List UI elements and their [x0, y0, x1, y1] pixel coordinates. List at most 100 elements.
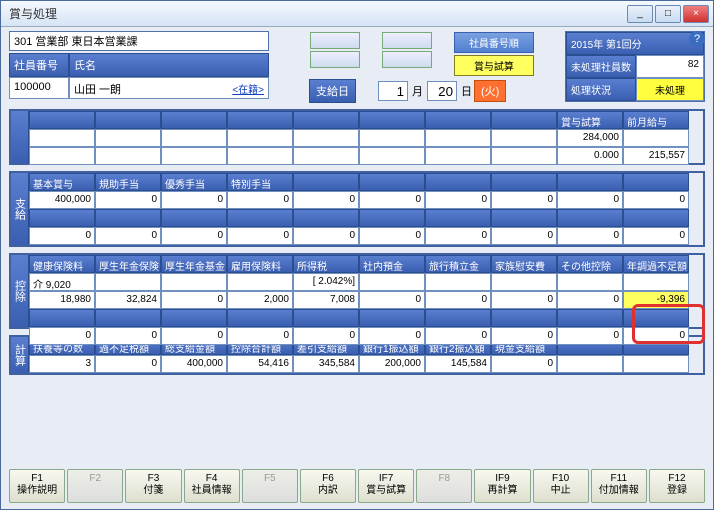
grid-cell[interactable] — [425, 273, 491, 291]
grid-cell[interactable]: 0 — [95, 227, 161, 245]
bonus-calc-button[interactable]: 賞与試算 — [454, 55, 534, 76]
grid-cell[interactable]: 18,980 — [29, 291, 95, 309]
grid-cell[interactable]: 7,008 — [293, 291, 359, 309]
grid-cell[interactable]: 0 — [557, 191, 623, 209]
emp-id-field[interactable]: 100000 — [9, 77, 69, 99]
grid-cell[interactable]: 0 — [557, 291, 623, 309]
emp-name-field[interactable]: 山田 一朗 <在籍> — [69, 77, 269, 99]
grid-cell[interactable]: 0 — [359, 227, 425, 245]
fkey-f1[interactable]: F1操作説明 — [9, 469, 65, 503]
grid-cell[interactable]: 0 — [29, 227, 95, 245]
grid-cell[interactable]: 284,000 — [557, 129, 623, 147]
grid-cell[interactable]: 0 — [293, 327, 359, 345]
grid-cell[interactable] — [491, 273, 557, 291]
nav-prev-button[interactable] — [310, 32, 360, 49]
fkey-f12[interactable]: F12登録 — [649, 469, 705, 503]
grid-cell[interactable] — [623, 355, 689, 373]
grid-cell[interactable] — [491, 129, 557, 147]
grid-cell[interactable] — [161, 147, 227, 165]
grid-cell[interactable]: 0 — [623, 327, 689, 345]
maximize-button[interactable]: □ — [655, 5, 681, 23]
grid-cell[interactable]: 0 — [491, 355, 557, 373]
grid-cell[interactable] — [623, 273, 689, 291]
grid-cell[interactable]: 0 — [425, 191, 491, 209]
grid-cell[interactable]: 介 9,020 — [29, 273, 95, 291]
grid-cell[interactable]: 2,000 — [227, 291, 293, 309]
grid-cell[interactable]: 54,416 — [227, 355, 293, 373]
grid-cell[interactable] — [95, 129, 161, 147]
grid-cell[interactable]: 0 — [29, 327, 95, 345]
grid-cell[interactable]: 0 — [359, 291, 425, 309]
paydate-month-input[interactable] — [378, 81, 408, 101]
sort-order-button[interactable]: 社員番号順 — [454, 32, 534, 53]
grid-cell[interactable] — [29, 147, 95, 165]
grid-cell[interactable]: 0 — [293, 191, 359, 209]
grid-cell[interactable]: 0 — [623, 191, 689, 209]
grid-cell[interactable]: 0 — [491, 191, 557, 209]
grid-cell[interactable]: 0 — [161, 191, 227, 209]
grid-cell[interactable]: 400,000 — [29, 191, 95, 209]
grid-cell[interactable]: 32,824 — [95, 291, 161, 309]
grid-cell[interactable]: 0 — [227, 191, 293, 209]
fkey-f10[interactable]: F10中止 — [533, 469, 589, 503]
minimize-button[interactable]: _ — [627, 5, 653, 23]
grid-cell[interactable]: 345,584 — [293, 355, 359, 373]
grid-cell[interactable]: 3 — [29, 355, 95, 373]
nav-next-button[interactable] — [382, 32, 432, 49]
grid-cell[interactable]: 0 — [623, 227, 689, 245]
grid-cell[interactable]: [ 2.042%] — [293, 273, 359, 291]
department-field[interactable]: 301 営業部 東日本営業課 — [9, 31, 269, 51]
fkey-f11[interactable]: F11付加情報 — [591, 469, 647, 503]
grid-cell[interactable]: 145,584 — [425, 355, 491, 373]
fkey-f3[interactable]: F3付箋 — [125, 469, 181, 503]
fkey-if7[interactable]: IF7賞与試算 — [358, 469, 414, 503]
grid-cell[interactable] — [557, 273, 623, 291]
grid-cell[interactable]: 0 — [95, 191, 161, 209]
grid-cell[interactable]: 400,000 — [161, 355, 227, 373]
nav-prev2-button[interactable] — [310, 51, 360, 68]
grid-cell[interactable]: 0 — [161, 327, 227, 345]
grid-cell[interactable]: 0 — [95, 355, 161, 373]
close-button[interactable]: × — [683, 5, 709, 23]
grid-cell[interactable]: 0 — [491, 291, 557, 309]
grid-cell[interactable] — [293, 129, 359, 147]
grid-cell[interactable]: 0 — [491, 327, 557, 345]
grid-cell[interactable]: 0 — [425, 291, 491, 309]
grid-cell[interactable]: 0 — [425, 227, 491, 245]
grid-cell[interactable] — [491, 147, 557, 165]
grid-cell[interactable]: 0 — [359, 191, 425, 209]
fkey-f6[interactable]: F6内訳 — [300, 469, 356, 503]
help-icon[interactable]: ? — [689, 31, 705, 47]
grid-cell[interactable]: 0 — [359, 327, 425, 345]
grid-cell[interactable] — [95, 147, 161, 165]
nav-next2-button[interactable] — [382, 51, 432, 68]
grid-cell[interactable] — [425, 147, 491, 165]
grid-cell[interactable] — [359, 147, 425, 165]
grid-cell[interactable] — [227, 129, 293, 147]
grid-cell[interactable] — [293, 147, 359, 165]
grid-cell[interactable]: 0 — [95, 327, 161, 345]
enrollment-link[interactable]: <在籍> — [232, 81, 264, 95]
paydate-day-input[interactable] — [427, 81, 457, 101]
grid-cell[interactable]: 0 — [161, 291, 227, 309]
grid-cell[interactable] — [95, 273, 161, 291]
grid-cell[interactable] — [227, 273, 293, 291]
year-adj-shortage-cell[interactable]: -9,396 — [623, 291, 689, 309]
grid-cell[interactable]: 0 — [491, 227, 557, 245]
grid-cell[interactable]: 215,557 — [623, 147, 689, 165]
grid-cell[interactable]: 0 — [557, 327, 623, 345]
grid-cell[interactable] — [161, 129, 227, 147]
grid-cell[interactable]: 0 — [557, 227, 623, 245]
grid-cell[interactable] — [557, 355, 623, 373]
grid-cell[interactable] — [227, 147, 293, 165]
grid-cell[interactable] — [425, 129, 491, 147]
grid-cell[interactable]: 0 — [227, 327, 293, 345]
grid-cell[interactable] — [29, 129, 95, 147]
grid-cell[interactable]: 0 — [227, 227, 293, 245]
grid-cell[interactable] — [623, 129, 689, 147]
grid-cell[interactable] — [359, 273, 425, 291]
grid-cell[interactable]: 200,000 — [359, 355, 425, 373]
grid-cell[interactable]: 0 — [161, 227, 227, 245]
grid-cell[interactable]: 0 — [293, 227, 359, 245]
fkey-if9[interactable]: IF9再計算 — [474, 469, 530, 503]
